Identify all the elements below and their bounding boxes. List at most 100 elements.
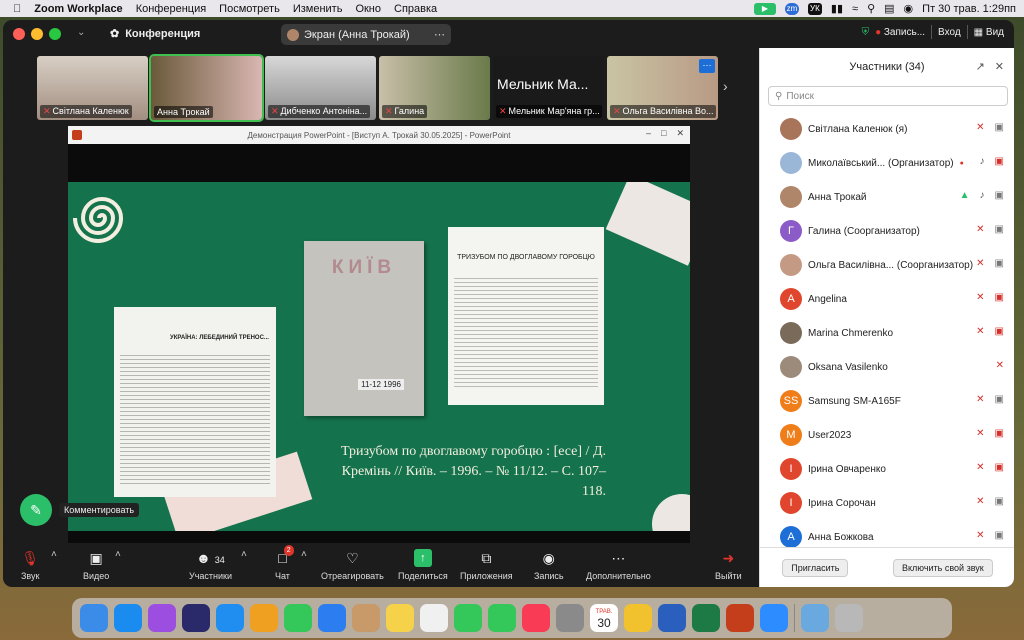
invite-button[interactable]: Пригласить bbox=[782, 558, 849, 577]
pages-icon[interactable] bbox=[250, 604, 278, 632]
participant-search[interactable]: ⚲ Поиск bbox=[768, 86, 1008, 106]
chat-chevron-icon[interactable]: ˄ bbox=[301, 549, 307, 560]
participant-row[interactable]: Миколаївський... (Организатор) ● ♪ ▣ bbox=[760, 146, 1014, 180]
excel-icon[interactable] bbox=[692, 604, 720, 632]
participants-button[interactable]: ☻ 34 Участники bbox=[189, 549, 232, 581]
avatar bbox=[287, 28, 299, 41]
close-icon[interactable]: ✕ bbox=[676, 128, 684, 139]
participant-row[interactable]: Marina Chmerenko ✕ ▣ bbox=[760, 316, 1014, 350]
participants-chevron-icon[interactable]: ˄ bbox=[241, 549, 247, 560]
more-icon[interactable]: ⋯ bbox=[699, 59, 715, 73]
pop-out-icon[interactable]: ↗ bbox=[976, 60, 985, 73]
siri-icon[interactable]: ◉ bbox=[904, 2, 914, 15]
annotate-button[interactable]: ✎ bbox=[20, 494, 52, 526]
apps-button[interactable]: ⧉ Приложения bbox=[460, 549, 513, 581]
shield-icon[interactable]: ⛨ bbox=[862, 27, 870, 38]
more-button[interactable]: ⋯ Дополнительно bbox=[586, 549, 651, 581]
login-button[interactable]: Вход bbox=[938, 27, 961, 38]
record-button[interactable]: ◉ Запись bbox=[534, 549, 564, 581]
more-icon[interactable]: ⋯ bbox=[434, 28, 445, 41]
video-tile[interactable]: ✕ Дибченко Антоніна... bbox=[265, 56, 376, 120]
avatar: І bbox=[780, 458, 802, 480]
messages-icon[interactable] bbox=[284, 604, 312, 632]
trash-icon[interactable] bbox=[835, 604, 863, 632]
window-title: ✿ Конференция bbox=[110, 27, 200, 41]
video-tile-active[interactable]: Анна Трокай bbox=[149, 54, 264, 122]
facetime-icon[interactable] bbox=[488, 604, 516, 632]
chevron-right-icon[interactable]: › bbox=[723, 78, 728, 94]
participant-name: Ольга Василівна... (Соорганизатор) bbox=[808, 259, 974, 271]
video-options-chevron-icon[interactable]: ˄ bbox=[115, 549, 121, 560]
downloads-icon[interactable] bbox=[801, 604, 829, 632]
calendar-icon[interactable]: ТРАВ. 30 bbox=[590, 604, 618, 632]
menu-conference[interactable]: Конференция bbox=[136, 3, 206, 15]
audio-button[interactable]: 🎙 Звук bbox=[21, 549, 39, 581]
word-icon[interactable] bbox=[658, 604, 686, 632]
apple-menu-icon[interactable]:  bbox=[13, 3, 21, 15]
screen-share-pill[interactable]: Экран (Анна Трокай) ⋯ bbox=[281, 24, 451, 45]
maximize-icon[interactable]: □ bbox=[661, 128, 666, 139]
system-settings-icon[interactable] bbox=[556, 604, 584, 632]
audio-options-chevron-icon[interactable]: ˄ bbox=[51, 549, 57, 560]
control-center-icon[interactable]: ▤ bbox=[884, 2, 894, 15]
participant-row[interactable]: Oksana Vasilenko ✕ bbox=[760, 350, 1014, 384]
react-button[interactable]: ♡ Отреагировать bbox=[321, 549, 384, 581]
participant-row[interactable]: Г Галина (Соорганизатор) ✕ ▣ bbox=[760, 214, 1014, 248]
siri-icon[interactable] bbox=[182, 604, 210, 632]
powerpoint-icon[interactable] bbox=[726, 604, 754, 632]
minimize-window-button[interactable] bbox=[31, 28, 43, 40]
contacts-icon[interactable] bbox=[352, 604, 380, 632]
menu-edit[interactable]: Изменить bbox=[293, 3, 343, 15]
video-tile[interactable]: ⋯ ✕ Ольга Василівна Во... bbox=[607, 56, 718, 120]
wifi-icon[interactable]: ≈ bbox=[852, 3, 858, 15]
participant-row[interactable]: І Ірина Овчаренко ✕ ▣ bbox=[760, 452, 1014, 486]
record-status-button[interactable]: ● Запись... bbox=[875, 27, 925, 38]
podcasts-icon[interactable] bbox=[148, 604, 176, 632]
participant-row[interactable]: SS Samsung SM-A165F ✕ ▣ bbox=[760, 384, 1014, 418]
video-tile[interactable]: ✕ Галина bbox=[379, 56, 490, 120]
participant-row[interactable]: A Angelina ✕ ▣ bbox=[760, 282, 1014, 316]
language-indicator[interactable]: УК bbox=[807, 2, 822, 15]
zoom-window-button[interactable] bbox=[49, 28, 61, 40]
search-icon[interactable]: ⚲ bbox=[867, 2, 875, 15]
participant-row[interactable]: І Ірина Сорочан ✕ ▣ bbox=[760, 486, 1014, 520]
app-store-icon[interactable] bbox=[114, 604, 142, 632]
maps-icon[interactable] bbox=[454, 604, 482, 632]
leave-button[interactable]: ➜ Выйти bbox=[715, 549, 742, 581]
clock[interactable]: Пт 30 трав. 1:29пп bbox=[922, 3, 1016, 15]
zoom-status-icon[interactable]: zm bbox=[784, 2, 799, 15]
mail-icon[interactable] bbox=[318, 604, 346, 632]
share-arrow-icon: ↑ bbox=[413, 549, 432, 567]
chrome-icon[interactable] bbox=[624, 604, 652, 632]
chat-button[interactable]: □ 2 Чат bbox=[275, 545, 294, 581]
video-button[interactable]: ▣ Видео bbox=[83, 549, 109, 581]
reminders-icon[interactable] bbox=[420, 604, 448, 632]
participant-row[interactable]: Анна Трокай ▲ ♪ ▣ bbox=[760, 180, 1014, 214]
close-window-button[interactable] bbox=[13, 28, 25, 40]
menu-view[interactable]: Посмотреть bbox=[219, 3, 280, 15]
view-button[interactable]: ▦ Вид bbox=[974, 27, 1004, 38]
participant-row[interactable]: Ольга Василівна... (Соорганизатор) ✕ ▣ bbox=[760, 248, 1014, 282]
menu-app-zoom[interactable]: Zoom Workplace bbox=[34, 3, 122, 15]
menu-help[interactable]: Справка bbox=[394, 3, 437, 15]
notes-icon[interactable] bbox=[386, 604, 414, 632]
chevron-down-icon[interactable]: ⌄ bbox=[77, 27, 85, 38]
battery-icon[interactable]: ▮▮ bbox=[831, 2, 843, 15]
video-thumbnails-strip: ✕ Світлана Каленюк Анна Трокай ✕ Дибченко … bbox=[37, 54, 718, 122]
participant-row[interactable]: M User2023 ✕ ▣ bbox=[760, 418, 1014, 452]
minimize-icon[interactable]: – bbox=[646, 128, 651, 139]
music-icon[interactable] bbox=[522, 604, 550, 632]
video-tile[interactable]: ✕ Світлана Каленюк bbox=[37, 56, 148, 120]
tile-name-label: Анна Трокай bbox=[154, 106, 213, 118]
safari-icon[interactable] bbox=[216, 604, 244, 632]
zoom-video-status-icon[interactable]: ▶ bbox=[753, 2, 776, 15]
paw-icon: ✿ bbox=[110, 28, 120, 40]
zoom-icon[interactable] bbox=[760, 604, 788, 632]
close-icon[interactable]: ✕ bbox=[995, 60, 1004, 73]
share-button[interactable]: ↑ Поделиться bbox=[398, 549, 448, 581]
participant-row[interactable]: Світлана Каленюк (я) ✕ ▣ bbox=[760, 112, 1014, 146]
video-tile[interactable]: Мельник Ма... ✕ Мельник Мар'яна гр... bbox=[493, 56, 604, 120]
menu-window[interactable]: Окно bbox=[355, 3, 381, 15]
unmute-self-button[interactable]: Включить свой звук bbox=[892, 558, 993, 577]
finder-icon[interactable] bbox=[80, 604, 108, 632]
